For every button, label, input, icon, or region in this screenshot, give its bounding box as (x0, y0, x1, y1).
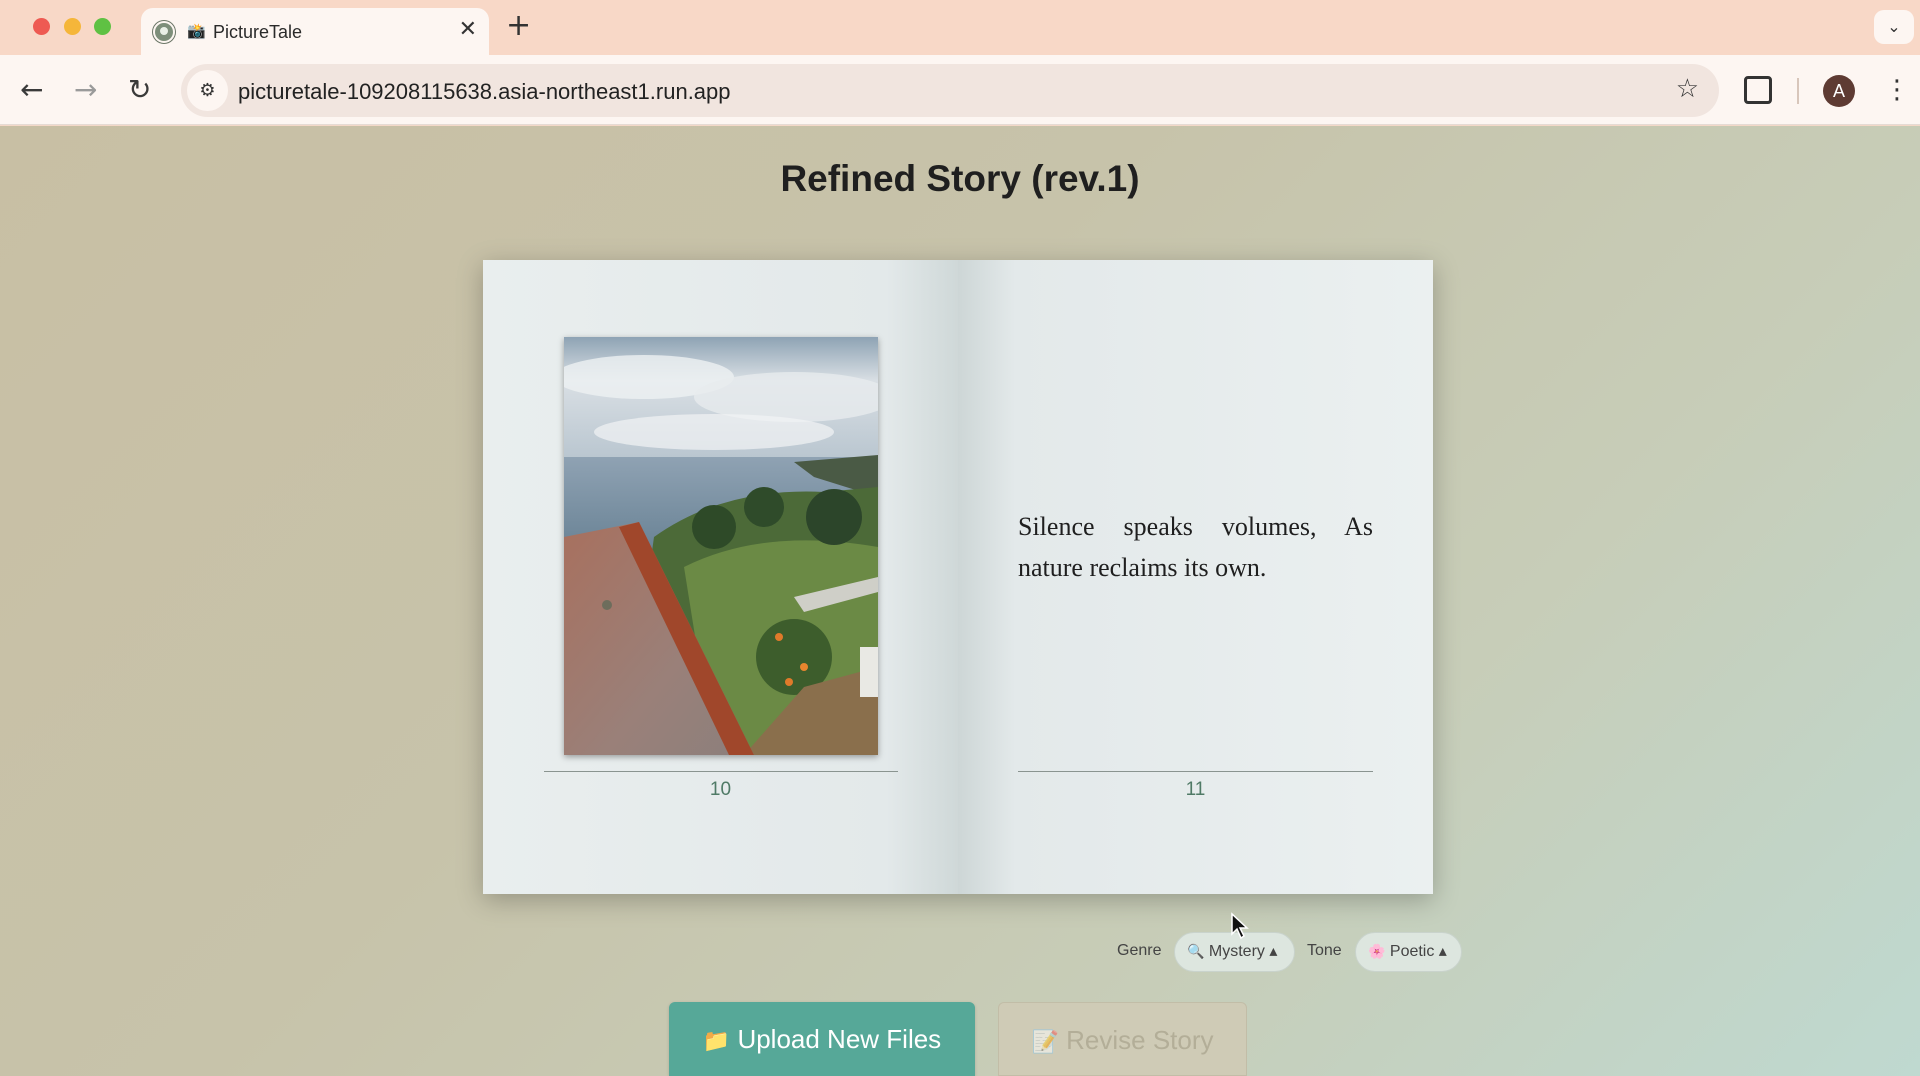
genre-label: Genre (1117, 942, 1162, 959)
extensions-puzzle-icon[interactable] (1744, 76, 1772, 104)
page-number: 11 (1185, 779, 1206, 800)
flower-icon: 🌸 (1368, 944, 1386, 960)
memo-icon: 📝 (1031, 1030, 1059, 1055)
story-text: Silence speaks volumes, As nature reclai… (1018, 512, 1373, 582)
folder-icon: 📁 (702, 1029, 731, 1054)
url-text[interactable]: picturetale-109208115638.asia-northeast1… (238, 79, 731, 105)
page-number: 10 (709, 779, 732, 800)
tab-close-icon[interactable]: ✕ (459, 18, 477, 42)
upload-new-files-button[interactable]: 📁 Upload New Files (669, 1002, 975, 1076)
page-divider-line (544, 771, 898, 772)
revise-button-label: Revise Story (1066, 1025, 1214, 1055)
page-content: Refined Story (rev.1) 10 Silence speaks … (0, 126, 1920, 1076)
browser-toolbar: ← → ↻ ⚙ picturetale-109208115638.asia-no… (0, 55, 1920, 125)
genre-value: Mystery ▴ (1208, 943, 1278, 960)
storybook-spread: 10 Silence speaks volumes, As nature rec… (483, 260, 1433, 894)
address-bar[interactable]: ⚙ picturetale-109208115638.asia-northeas… (181, 64, 1719, 117)
story-photo (564, 337, 878, 755)
tone-value: Poetic ▴ (1389, 943, 1447, 960)
tab-search-icon[interactable]: ⌄ (1874, 10, 1914, 44)
story-options: Genre 🔍 Mystery ▴ Tone 🌸 Poetic ▴ (0, 932, 1920, 972)
magnifier-icon: 🔍 (1187, 944, 1205, 960)
tab-title: PictureTale (213, 22, 303, 42)
book-page-left: 10 (483, 260, 958, 894)
upload-button-label: Upload New Files (737, 1024, 942, 1054)
site-settings-icon[interactable]: ⚙ (187, 70, 228, 111)
camera-icon: 📸 (187, 22, 206, 40)
profile-avatar[interactable]: A (1823, 75, 1855, 107)
new-tab-icon[interactable]: + (506, 9, 531, 43)
toolbar-divider (1797, 78, 1799, 104)
window-minimize-button[interactable] (64, 18, 81, 35)
site-favicon-icon (153, 21, 175, 43)
browser-tab-strip: 📸 PictureTale ✕ + ⌄ (0, 0, 1920, 55)
back-arrow-icon[interactable]: ← (20, 73, 43, 107)
book-page-right: Silence speaks volumes, As nature reclai… (958, 260, 1433, 894)
tone-selector[interactable]: 🌸 Poetic ▴ (1355, 932, 1462, 972)
revise-story-button[interactable]: 📝 Revise Story (998, 1002, 1247, 1076)
page-divider-line (1018, 771, 1373, 772)
browser-menu-icon[interactable]: ⋮ (1884, 72, 1910, 108)
forward-arrow-icon[interactable]: → (74, 73, 97, 107)
page-title: Refined Story (rev.1) (780, 158, 1140, 199)
reload-icon[interactable]: ↻ (128, 73, 151, 107)
browser-tab-active[interactable]: 📸 PictureTale ✕ (141, 8, 489, 55)
bookmark-star-icon[interactable]: ☆ (1676, 74, 1699, 104)
tone-label: Tone (1307, 942, 1342, 959)
window-maximize-button[interactable] (94, 18, 111, 35)
window-close-button[interactable] (33, 18, 50, 35)
mouse-cursor-icon (1231, 912, 1249, 940)
